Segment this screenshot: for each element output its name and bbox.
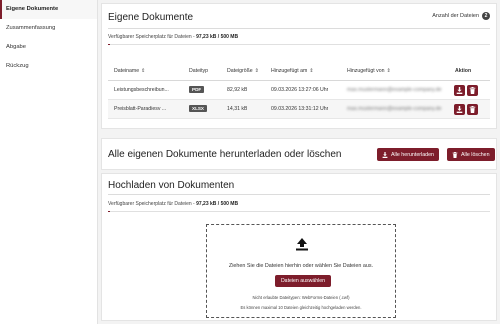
column-header-size-label: Dateigröße — [227, 68, 253, 74]
delete-button[interactable] — [467, 85, 478, 96]
sort-icon: ⇕ — [386, 68, 391, 74]
storage-value: 97,23 kB / 500 MB — [196, 34, 239, 40]
max-files-note: Es können maximal 10 Dateien gleichzeiti… — [240, 305, 362, 310]
file-count: Anzahl der Dateien 2 — [432, 12, 490, 20]
divider — [108, 194, 490, 195]
download-button[interactable] — [454, 85, 465, 96]
download-icon — [456, 106, 463, 113]
upload-icon — [296, 238, 308, 251]
dropzone-text: Ziehen Sie die Dateien hierhin oder wähl… — [228, 263, 374, 269]
storage-label: Verfügbarer Speicherplatz für Dateien - — [108, 34, 195, 40]
delete-all-button[interactable]: Alle löschen — [447, 148, 495, 161]
trash-icon — [469, 87, 476, 94]
sort-icon: ⇕ — [141, 68, 146, 74]
column-header-type-label: Dateityp — [189, 68, 209, 74]
trash-icon — [452, 151, 458, 158]
download-all-button[interactable]: Alle herunterladen — [377, 148, 439, 161]
table-header: Dateiname ⇕ Dateityp Dateigröße ⇕ Hinzugef… — [108, 62, 490, 81]
upload-storage-bar — [108, 211, 490, 212]
sidebar-item-eigene-dokumente[interactable]: Eigene Dokumente — [0, 0, 97, 19]
delete-button[interactable] — [467, 104, 478, 115]
trash-icon — [469, 106, 476, 113]
divider — [108, 28, 490, 29]
file-count-badge: 2 — [482, 12, 490, 20]
file-count-label: Anzahl der Dateien — [432, 13, 479, 19]
column-header-name[interactable]: Dateiname ⇕ — [114, 68, 145, 74]
delete-all-label: Alle löschen — [461, 151, 490, 158]
column-header-name-label: Dateiname — [114, 68, 140, 74]
cell-added: 09.03.2026 13:27:06 Uhr — [271, 87, 329, 93]
upload-storage-info: Verfügbarer Speicherplatz für Dateien - … — [108, 201, 238, 207]
sort-icon: ⇕ — [254, 68, 259, 74]
cell-filesize: 14,31 kB — [227, 106, 248, 112]
cell-added-by: max.mustermann@example-company.de — [347, 87, 442, 93]
cell-filesize: 82,92 kB — [227, 87, 248, 93]
column-header-added-label: Hinzugefügt am — [271, 68, 308, 74]
page: Eigene Dokumente Zusammenfassung Abgabe … — [0, 0, 500, 324]
download-all-label: Alle herunterladen — [391, 151, 434, 158]
sidebar: Eigene Dokumente Zusammenfassung Abgabe … — [0, 0, 98, 324]
download-button[interactable] — [454, 104, 465, 115]
cell-added-by: max.mustermann@example-company.de — [347, 106, 442, 112]
column-header-action-label: Aktion — [455, 68, 472, 74]
download-icon — [382, 151, 388, 158]
sort-icon: ⇕ — [309, 68, 314, 74]
filetype-badge: PDF — [189, 86, 205, 93]
column-header-added-by[interactable]: Hinzugefügt von ⇕ — [347, 68, 391, 74]
file-dropzone[interactable]: Ziehen Sie die Dateien hierhin oder wähl… — [206, 224, 396, 318]
column-header-added[interactable]: Hinzugefügt am ⇕ — [271, 68, 314, 74]
filetype-badge: XLSX — [189, 105, 207, 112]
table-row: Preisblatt-Paradiesv ... XLSX 14,31 kB 0… — [108, 100, 490, 119]
sidebar-item-zusammenfassung[interactable]: Zusammenfassung — [0, 19, 97, 38]
upload-storage-value: 97,23 kB / 500 MB — [196, 201, 239, 207]
sidebar-item-rueckzug[interactable]: Rückzug — [0, 57, 97, 76]
storage-info: Verfügbarer Speicherplatz für Dateien - … — [108, 34, 238, 40]
storage-bar-fill — [108, 44, 110, 45]
documents-title: Eigene Dokumente — [108, 12, 194, 23]
documents-table: Dateiname ⇕ Dateityp Dateigröße ⇕ Hinzugef… — [108, 62, 490, 119]
bulk-actions-panel: Alle eigenen Dokumente herunterladen ode… — [101, 138, 497, 170]
documents-panel: Eigene Dokumente Anzahl der Dateien 2 Ve… — [101, 3, 497, 129]
cell-filename[interactable]: Leistungsbeschreibun... — [114, 87, 186, 93]
column-header-action: Aktion — [455, 68, 471, 74]
download-icon — [456, 87, 463, 94]
column-header-added-by-label: Hinzugefügt von — [347, 68, 385, 74]
cell-added: 09.03.2026 13:31:12 Uhr — [271, 106, 329, 112]
upload-title: Hochladen von Dokumenten — [108, 180, 235, 191]
upload-panel: Hochladen von Dokumenten Verfügbarer Spe… — [101, 173, 497, 321]
upload-storage-bar-fill — [108, 211, 110, 212]
table-row: Leistungsbeschreibun... PDF 82,92 kB 09.… — [108, 81, 490, 100]
column-header-type[interactable]: Dateityp — [189, 68, 208, 74]
storage-bar — [108, 44, 490, 45]
upload-storage-label: Verfügbarer Speicherplatz für Dateien - — [108, 201, 195, 207]
select-files-button[interactable]: Dateien auswählen — [275, 275, 331, 287]
allowed-types-note: Nicht erlaubte Dateitypen: WebForms-Date… — [252, 295, 350, 300]
column-header-size[interactable]: Dateigröße ⇕ — [227, 68, 259, 74]
sidebar-item-abgabe[interactable]: Abgabe — [0, 38, 97, 57]
bulk-title: Alle eigenen Dokumente herunterladen ode… — [108, 149, 342, 160]
cell-filename[interactable]: Preisblatt-Paradiesv ... — [114, 106, 186, 112]
main-content: Eigene Dokumente Anzahl der Dateien 2 Ve… — [101, 3, 497, 321]
